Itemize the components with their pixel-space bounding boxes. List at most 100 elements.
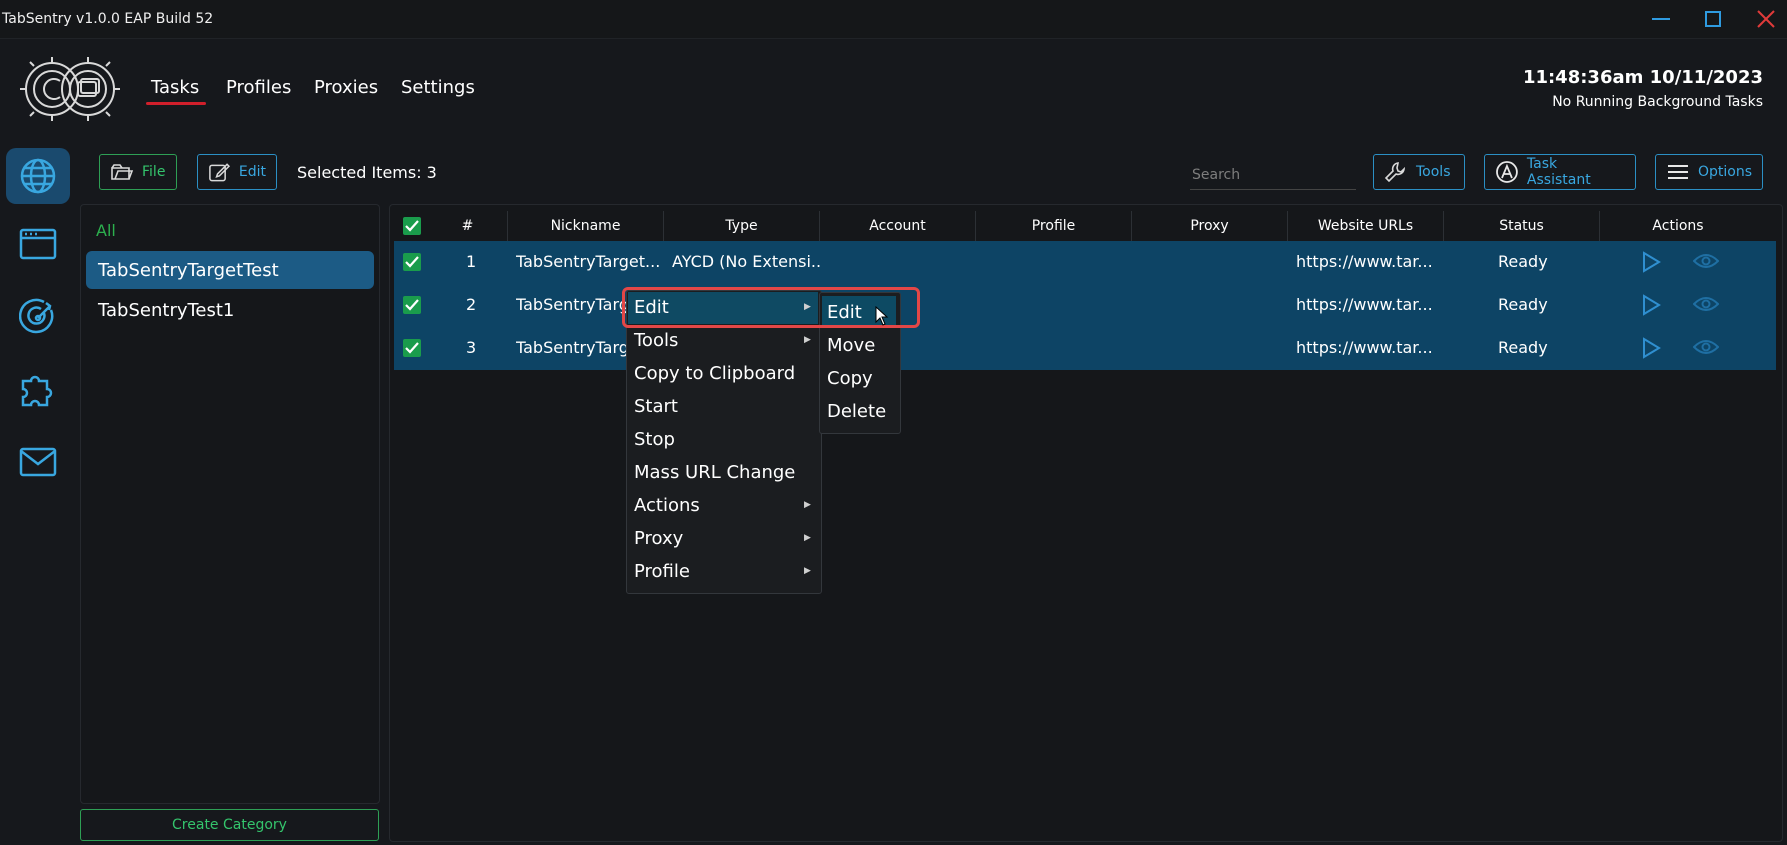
- assistant-a-icon: [1496, 161, 1518, 183]
- view-task-button[interactable]: [1693, 295, 1719, 313]
- close-icon: [1757, 10, 1775, 28]
- active-tab-indicator: [146, 102, 206, 105]
- tools-button[interactable]: Tools: [1373, 154, 1465, 190]
- mail-icon: [19, 447, 57, 477]
- row-checkbox[interactable]: [403, 296, 421, 314]
- task-assistant-label: Task Assistant: [1526, 156, 1591, 188]
- sidebar-item-mail[interactable]: [6, 434, 70, 490]
- task-assistant-button[interactable]: Task Assistant: [1484, 154, 1636, 190]
- row-url: https://www.tar...: [1296, 295, 1433, 314]
- context-menu-item-copy-to-clipboard[interactable]: Copy to Clipboard: [634, 363, 795, 384]
- category-label: TabSentryTest1: [98, 299, 235, 321]
- background-task-status: No Running Background Tasks: [1552, 94, 1763, 110]
- close-button[interactable]: [1748, 6, 1784, 32]
- row-nickname: TabSentryTarget...: [516, 252, 661, 271]
- row-url: https://www.tar...: [1296, 252, 1433, 271]
- select-all-checkbox[interactable]: [403, 217, 421, 235]
- column-header-status[interactable]: Status: [1444, 211, 1600, 241]
- window-title: TabSentry v1.0.0 EAP Build 52: [2, 11, 214, 27]
- title-bar: [0, 0, 1787, 39]
- file-button[interactable]: File: [99, 154, 177, 190]
- mouse-cursor-icon: [875, 306, 889, 326]
- edit-button[interactable]: Edit: [197, 154, 277, 190]
- context-menu-item-proxy[interactable]: Proxy: [634, 528, 683, 549]
- globe-icon: [20, 158, 56, 194]
- row-status: Ready: [1498, 295, 1548, 314]
- sidebar-item-target[interactable]: [6, 288, 70, 344]
- submenu-item-delete[interactable]: Delete: [827, 401, 886, 422]
- column-header-actions: Actions: [1652, 218, 1704, 234]
- row-checkbox[interactable]: [403, 253, 421, 271]
- row-status: Ready: [1498, 252, 1548, 271]
- eye-icon: [1693, 297, 1719, 311]
- submenu-arrow-icon: ▶: [804, 335, 811, 345]
- start-task-button[interactable]: [1641, 251, 1661, 273]
- context-menu-item-profile[interactable]: Profile: [634, 561, 690, 582]
- context-menu-item-start[interactable]: Start: [634, 396, 678, 417]
- context-menu-item-stop[interactable]: Stop: [634, 429, 675, 450]
- edit-button-label: Edit: [238, 164, 266, 180]
- column-header-website-urls[interactable]: Website URLs: [1288, 211, 1444, 241]
- minimize-icon: [1652, 18, 1670, 20]
- submenu-item-copy[interactable]: Copy: [827, 368, 873, 389]
- sidebar-item-browser[interactable]: [6, 216, 70, 272]
- submenu-arrow-icon: ▶: [804, 500, 811, 510]
- menu-icon: [1667, 165, 1688, 179]
- selected-items-count: Selected Items: 3: [297, 163, 437, 182]
- folder-icon: [111, 164, 134, 180]
- maximize-button[interactable]: [1695, 6, 1731, 32]
- start-task-button[interactable]: [1641, 337, 1661, 359]
- search-input[interactable]: [1190, 161, 1356, 190]
- column-header-nickname[interactable]: Nickname: [508, 211, 664, 241]
- wrench-icon: [1384, 162, 1406, 183]
- minimize-button[interactable]: [1643, 6, 1679, 32]
- start-task-button[interactable]: [1641, 294, 1661, 316]
- column-header-type[interactable]: Type: [664, 211, 820, 241]
- column-header-proxy[interactable]: Proxy: [1132, 211, 1288, 241]
- sidebar-item-extensions[interactable]: [6, 362, 70, 418]
- play-icon: [1643, 337, 1661, 359]
- tools-button-label: Tools: [1416, 164, 1451, 180]
- context-menu-item-actions[interactable]: Actions: [634, 495, 700, 516]
- submenu-item-move[interactable]: Move: [827, 335, 875, 356]
- view-task-button[interactable]: [1693, 338, 1719, 356]
- eye-icon: [1693, 254, 1719, 268]
- tab-proxies[interactable]: Proxies: [314, 77, 378, 98]
- play-icon: [1643, 294, 1661, 316]
- row-number: 3: [466, 338, 477, 357]
- puzzle-icon: [21, 375, 53, 407]
- file-button-label: File: [142, 164, 166, 180]
- category-all[interactable]: All: [96, 221, 116, 240]
- column-header-account[interactable]: Account: [820, 211, 976, 241]
- row-checkbox[interactable]: [403, 339, 421, 357]
- edit-icon: [209, 163, 231, 182]
- category-item[interactable]: TabSentryTest1: [86, 291, 374, 329]
- column-header-number[interactable]: #: [428, 211, 508, 241]
- app-logo: [18, 48, 122, 130]
- row-type: AYCD (No Extensi...: [672, 252, 820, 271]
- context-menu-item-tools[interactable]: Tools: [634, 330, 678, 351]
- create-category-button[interactable]: Create Category: [80, 809, 379, 841]
- column-header-profile[interactable]: Profile: [976, 211, 1132, 241]
- tab-profiles[interactable]: Profiles: [226, 77, 291, 98]
- tab-tasks[interactable]: Tasks: [151, 77, 199, 98]
- view-task-button[interactable]: [1693, 252, 1719, 270]
- options-button-label: Options: [1697, 164, 1752, 180]
- category-item[interactable]: TabSentryTargetTest: [86, 251, 374, 289]
- play-icon: [1643, 251, 1661, 273]
- row-url: https://www.tar...: [1296, 338, 1433, 357]
- row-number: 1: [466, 252, 477, 271]
- target-icon: [19, 298, 54, 334]
- options-button[interactable]: Options: [1655, 154, 1763, 190]
- sidebar-item-tasks[interactable]: [6, 148, 70, 204]
- checkmark-icon: [405, 342, 419, 354]
- tab-settings[interactable]: Settings: [401, 77, 475, 98]
- context-menu-item-mass-url-change[interactable]: Mass URL Change: [634, 462, 795, 483]
- submenu-arrow-icon: ▶: [804, 566, 811, 576]
- checkmark-icon: [405, 256, 419, 268]
- checkmark-icon: [405, 220, 419, 232]
- row-status: Ready: [1498, 338, 1548, 357]
- clock: 11:48:36am 10/11/2023: [1522, 67, 1763, 88]
- category-label: TabSentryTargetTest: [98, 259, 279, 281]
- browser-window-icon: [19, 228, 57, 260]
